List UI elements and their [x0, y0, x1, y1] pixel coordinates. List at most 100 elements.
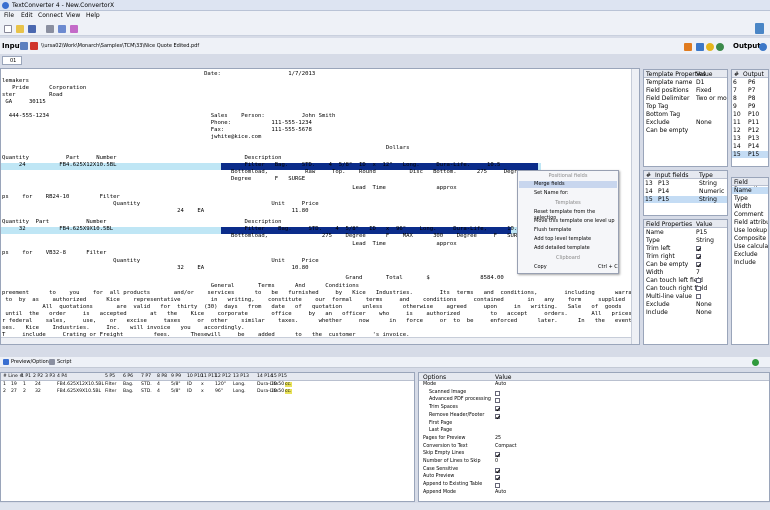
ctx-merge-fields[interactable]: Merge fields — [519, 181, 617, 188]
menu-file[interactable]: File — [4, 12, 14, 19]
checkbox[interactable] — [696, 254, 701, 259]
checkbox[interactable] — [696, 262, 701, 267]
preview-col-header[interactable]: 8 P8 — [157, 374, 167, 379]
preview-col-header[interactable]: 9 P9 — [171, 374, 181, 379]
property-value[interactable]: None — [696, 309, 712, 316]
property-row[interactable]: Multi-line value — [644, 293, 727, 300]
checkbox[interactable] — [495, 390, 500, 396]
property-value[interactable]: None — [696, 301, 712, 308]
input-path[interactable]: \\ursa02\Work\Monarch\Samples\TCM\33\Nic… — [41, 43, 199, 49]
refresh-icon[interactable] — [752, 359, 759, 366]
output-field-row[interactable]: 10 P10 — [732, 111, 768, 118]
option-row[interactable]: Pages for Preview 25 — [419, 436, 769, 443]
property-row[interactable]: Can touch left field — [644, 277, 727, 284]
property-row[interactable]: Width 7 — [644, 269, 727, 276]
property-row[interactable]: Name P15 — [644, 229, 727, 236]
play-icon[interactable] — [684, 43, 692, 51]
property-row[interactable]: Use lookup — [732, 227, 768, 234]
link-icon[interactable] — [696, 43, 704, 51]
checkbox[interactable] — [495, 398, 500, 404]
checkbox[interactable] — [696, 286, 701, 291]
preview-col-header[interactable]: 15 P15 — [271, 374, 287, 379]
checkbox[interactable] — [495, 483, 500, 489]
property-value[interactable]: Fixed — [696, 87, 712, 94]
ctx-move-template-up[interactable]: Move this template one level up — [534, 218, 615, 224]
preview-col-header[interactable]: 12 P12 — [215, 374, 231, 379]
preview-row[interactable]: 1 19 1 24 FB4.625X12X10.5BL Filter Bag. STD. 4 5/… — [1, 382, 414, 389]
property-value[interactable]: Two or more spac — [696, 95, 727, 102]
option-row[interactable]: Remove Header/Footer — [419, 413, 769, 420]
property-row[interactable]: Field Delimiter Two or more spac — [644, 95, 727, 102]
doc-horizontal-scrollbar[interactable] — [1, 337, 631, 344]
pdf-file-icon[interactable] — [30, 42, 38, 50]
output-field-row[interactable]: 9 P9 — [732, 103, 768, 110]
checkbox[interactable] — [495, 452, 500, 458]
option-value[interactable]: Compact — [495, 444, 516, 449]
property-row[interactable]: Trim right — [644, 253, 727, 260]
ctx-add-detailed-template[interactable]: Add detailed template — [534, 245, 590, 251]
property-row[interactable]: Field positions Fixed — [644, 87, 727, 94]
checkbox[interactable] — [696, 246, 701, 251]
option-row[interactable]: First Page — [419, 421, 769, 428]
preview-col-header[interactable]: 6 P6 — [123, 374, 133, 379]
option-row[interactable]: Skip Empty Lines — [419, 451, 769, 458]
trash-icon[interactable] — [755, 23, 764, 34]
option-row[interactable]: Case Sensitive — [419, 467, 769, 474]
checkbox[interactable] — [696, 294, 701, 299]
checkbox[interactable] — [495, 413, 500, 419]
back-arrow-icon[interactable] — [20, 42, 28, 50]
preview-col-header[interactable]: 4 P4 — [57, 374, 67, 379]
input-field-row[interactable]: 15 P15 String — [644, 196, 727, 203]
output-export-icon[interactable] — [759, 43, 767, 51]
option-row[interactable]: Last Page — [419, 428, 769, 435]
option-row[interactable]: Append to Existing Table — [419, 482, 769, 489]
cut-icon[interactable] — [46, 25, 54, 33]
property-row[interactable]: Exclude None — [644, 119, 727, 126]
property-row[interactable]: Top Tag — [644, 103, 727, 110]
property-row[interactable]: Type — [732, 195, 768, 202]
output-field-row[interactable]: 11 P11 — [732, 119, 768, 126]
property-row[interactable]: Name — [732, 187, 768, 194]
tab-preview-options[interactable]: Preview/Options — [11, 359, 51, 365]
property-row[interactable]: Composite input — [732, 235, 768, 242]
property-row[interactable]: Comment — [732, 211, 768, 218]
property-row[interactable]: Field attributes — [732, 219, 768, 226]
option-value[interactable]: 0 — [495, 459, 498, 464]
property-row[interactable]: Exclude None — [644, 301, 727, 308]
ctx-copy[interactable]: Copy — [534, 264, 547, 270]
output-field-row[interactable]: 6 P6 — [732, 79, 768, 86]
option-row[interactable]: Mode Auto — [419, 382, 769, 389]
preview-col-header[interactable]: 3 P3 — [45, 374, 55, 379]
eraser-icon[interactable] — [70, 25, 78, 33]
output-field-row[interactable]: 13 P13 — [732, 135, 768, 142]
property-row[interactable]: Bottom Tag — [644, 111, 727, 118]
input-field-row[interactable]: 14 P14 Numeric — [644, 188, 727, 195]
output-field-row[interactable]: 14 P14 — [732, 143, 768, 150]
menu-help[interactable]: Help — [86, 12, 100, 19]
property-value[interactable]: 7 — [696, 269, 700, 276]
option-row[interactable]: Trim Spaces — [419, 405, 769, 412]
option-row[interactable]: Scanned Image — [419, 390, 769, 397]
option-value[interactable]: 25 — [495, 436, 501, 441]
checkbox[interactable] — [495, 406, 500, 412]
property-value[interactable]: P15 — [696, 229, 707, 236]
option-row[interactable]: Append Mode Auto — [419, 490, 769, 497]
preview-col-header[interactable]: 5 P5 — [105, 374, 115, 379]
option-row[interactable]: Conversion to Text Compact — [419, 444, 769, 451]
save-icon[interactable] — [28, 25, 36, 33]
property-row[interactable]: Include — [732, 259, 768, 266]
menu-connect[interactable]: Connect — [38, 12, 63, 19]
property-value[interactable]: String — [696, 237, 714, 244]
property-row[interactable]: Trim left — [644, 245, 727, 252]
help-icon[interactable] — [706, 43, 714, 51]
preview-col-header[interactable]: 13 P13 — [233, 374, 249, 379]
property-row[interactable]: Include None — [644, 309, 727, 316]
ctx-flush-template[interactable]: Flush template — [534, 227, 571, 233]
output-field-row[interactable]: 7 P7 — [732, 87, 768, 94]
doc-vertical-scrollbar[interactable] — [631, 69, 639, 344]
property-value[interactable]: D1 — [696, 79, 704, 86]
checkbox[interactable] — [696, 278, 701, 283]
option-row[interactable]: Advanced PDF processing — [419, 397, 769, 404]
preview-col-header[interactable]: 7 P7 — [141, 374, 151, 379]
property-row[interactable]: Type String — [644, 237, 727, 244]
